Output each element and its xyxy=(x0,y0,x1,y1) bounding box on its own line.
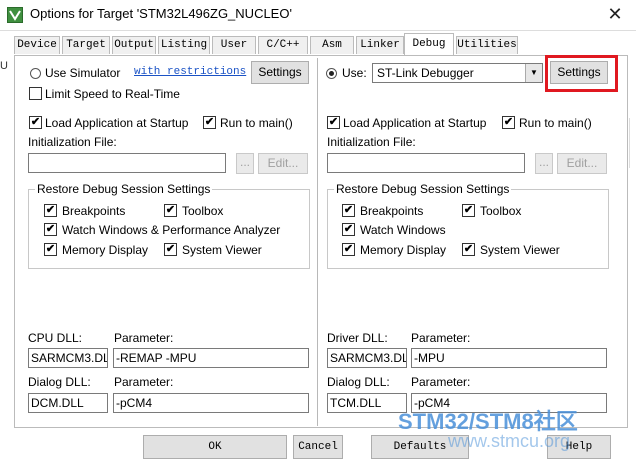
right-dialog-parameter-label: Parameter: xyxy=(411,375,471,389)
right-breakpoints-checkbox[interactable]: ✔ xyxy=(342,204,355,217)
left-run-to-main-label: Run to main() xyxy=(220,116,293,130)
right-memory-display-label: Memory Display xyxy=(360,243,447,257)
right-run-to-main-label: Run to main() xyxy=(519,116,592,130)
use-simulator-label: Use Simulator xyxy=(45,66,121,80)
driver-parameter-input[interactable]: -MPU xyxy=(411,348,607,368)
left-load-app-checkbox[interactable]: ✔ xyxy=(29,116,42,129)
right-edit-button[interactable]: Edit... xyxy=(557,153,607,174)
chevron-down-icon[interactable]: ▼ xyxy=(525,64,542,82)
left-init-file-label: Initialization File: xyxy=(28,135,117,149)
right-watch-windows-label: Watch Windows xyxy=(360,223,446,237)
driver-dll-input[interactable]: SARMCM3.DLL xyxy=(327,348,407,368)
left-init-file-input[interactable] xyxy=(28,153,226,173)
right-browse-button[interactable]: ... xyxy=(535,153,553,174)
driver-dll-label: Driver DLL: xyxy=(327,331,388,345)
right-toolbox-checkbox[interactable]: ✔ xyxy=(462,204,475,217)
window-title: Options for Target 'STM32L496ZG_NUCLEO' xyxy=(30,6,292,21)
right-toolbox-label: Toolbox xyxy=(480,204,522,218)
title-bar: Options for Target 'STM32L496ZG_NUCLEO' … xyxy=(0,0,636,31)
watermark-url: www.stmcu.org xyxy=(448,431,571,451)
right-watch-windows-checkbox[interactable]: ✔ xyxy=(342,223,355,236)
left-browse-button[interactable]: ... xyxy=(236,153,254,174)
left-dialog-dll-label: Dialog DLL: xyxy=(28,375,91,389)
tab-c-cpp[interactable]: C/C++ xyxy=(258,36,308,54)
cancel-button[interactable]: Cancel xyxy=(293,435,343,459)
cpu-parameter-label: Parameter: xyxy=(114,331,174,345)
left-dialog-dll-input[interactable]: DCM.DLL xyxy=(28,393,108,413)
right-dialog-dll-label: Dialog DLL: xyxy=(327,375,390,389)
left-edit-button[interactable]: Edit... xyxy=(258,153,308,174)
left-toolbox-label: Toolbox xyxy=(182,204,224,218)
left-breakpoints-checkbox[interactable]: ✔ xyxy=(44,204,57,217)
right-memory-display-checkbox[interactable]: ✔ xyxy=(342,243,355,256)
left-system-viewer-label: System Viewer xyxy=(182,243,262,257)
left-toolbox-checkbox[interactable]: ✔ xyxy=(164,204,177,217)
driver-parameter-label: Parameter: xyxy=(411,331,471,345)
limit-speed-label: Limit Speed to Real-Time xyxy=(45,87,180,101)
right-system-viewer-checkbox[interactable]: ✔ xyxy=(462,243,475,256)
cpu-dll-input[interactable]: SARMCM3.DLL xyxy=(28,348,108,368)
background-window-edge xyxy=(629,118,636,168)
tab-user[interactable]: User xyxy=(212,36,256,54)
tab-output[interactable]: Output xyxy=(112,36,156,54)
cpu-dll-label: CPU DLL: xyxy=(28,331,83,345)
use-label: Use: xyxy=(342,66,367,80)
left-watch-windows-label: Watch Windows & Performance Analyzer xyxy=(62,223,281,237)
left-breakpoints-label: Breakpoints xyxy=(62,204,126,218)
right-breakpoints-label: Breakpoints xyxy=(360,204,424,218)
right-dialog-dll-input[interactable]: TCM.DLL xyxy=(327,393,407,413)
right-system-viewer-label: System Viewer xyxy=(480,243,560,257)
settings-highlight-box xyxy=(545,55,618,92)
tab-strip: Device Target Output Listing User C/C++ … xyxy=(14,33,626,56)
left-load-app-label: Load Application at Startup xyxy=(45,116,189,130)
use-debugger-radio[interactable] xyxy=(326,68,337,79)
right-restore-title: Restore Debug Session Settings xyxy=(334,182,512,196)
limit-speed-checkbox[interactable] xyxy=(29,87,42,100)
left-memory-display-checkbox[interactable]: ✔ xyxy=(44,243,57,256)
left-watch-windows-checkbox[interactable]: ✔ xyxy=(44,223,57,236)
left-restore-title: Restore Debug Session Settings xyxy=(35,182,213,196)
debugger-selected-value: ST-Link Debugger xyxy=(377,66,474,80)
right-load-app-label: Load Application at Startup xyxy=(343,116,487,130)
background-window-fragment: U xyxy=(0,60,8,72)
left-run-to-main-checkbox[interactable]: ✔ xyxy=(203,116,216,129)
debugger-select[interactable]: ST-Link Debugger ▼ xyxy=(372,63,543,83)
tab-device[interactable]: Device xyxy=(14,36,60,54)
cpu-parameter-input[interactable]: -REMAP -MPU xyxy=(113,348,309,368)
right-load-app-checkbox[interactable]: ✔ xyxy=(327,116,340,129)
tab-utilities[interactable]: Utilities xyxy=(456,36,518,54)
left-dialog-parameter-label: Parameter: xyxy=(114,375,174,389)
use-simulator-radio[interactable] xyxy=(30,68,41,79)
simulator-settings-button[interactable]: Settings xyxy=(251,61,309,84)
tab-asm[interactable]: Asm xyxy=(310,36,354,54)
close-icon[interactable]: ✕ xyxy=(602,3,628,25)
left-memory-display-label: Memory Display xyxy=(62,243,149,257)
tab-listing[interactable]: Listing xyxy=(158,36,210,54)
right-init-file-label: Initialization File: xyxy=(327,135,416,149)
ok-button[interactable]: OK xyxy=(143,435,287,459)
keil-app-icon xyxy=(7,7,23,23)
right-init-file-input[interactable] xyxy=(327,153,525,173)
with-restrictions-link[interactable]: with restrictions xyxy=(134,66,246,78)
tab-target[interactable]: Target xyxy=(62,36,110,54)
left-system-viewer-checkbox[interactable]: ✔ xyxy=(164,243,177,256)
panel-divider xyxy=(317,58,318,426)
left-dialog-parameter-input[interactable]: -pCM4 xyxy=(113,393,309,413)
right-run-to-main-checkbox[interactable]: ✔ xyxy=(502,116,515,129)
tab-debug[interactable]: Debug xyxy=(404,33,454,55)
tab-linker[interactable]: Linker xyxy=(356,36,404,54)
